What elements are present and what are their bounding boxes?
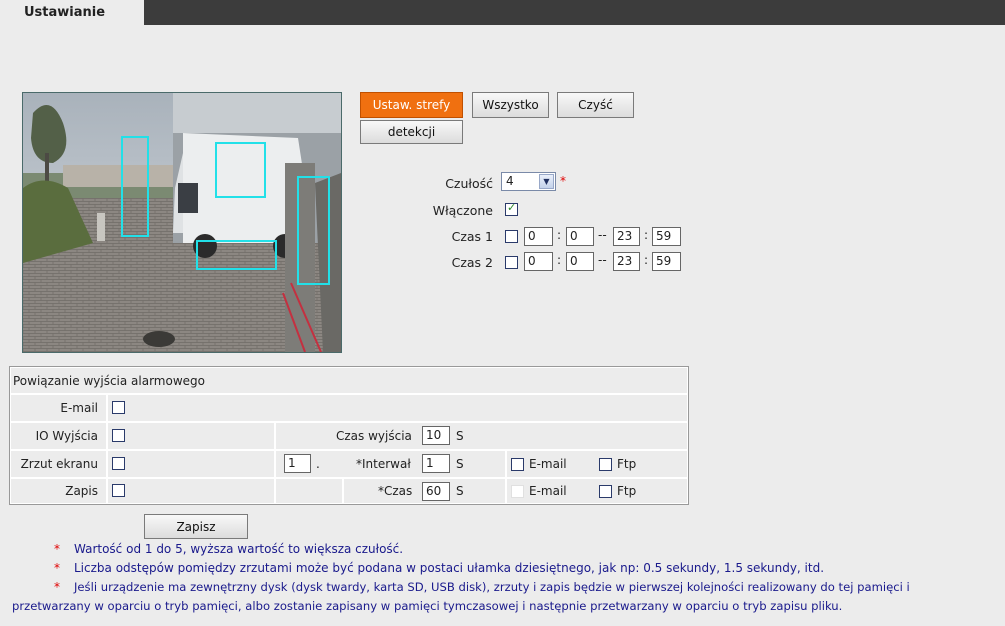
time1-colon-1: : [557, 228, 562, 242]
output-time-input[interactable]: 10 [422, 426, 450, 445]
table-row: Zrzut ekranu [10, 450, 107, 478]
detection-zone-3[interactable] [297, 176, 330, 285]
record-email-checkbox [511, 485, 524, 498]
top-bar [0, 0, 1005, 25]
time2-checkbox[interactable] [505, 256, 518, 269]
table-row: E-mail [10, 394, 107, 422]
camera-image [23, 93, 341, 352]
note-star-3: * [54, 580, 60, 594]
interval-label: *Interwał [356, 457, 411, 471]
io-output-label: IO Wyjścia [35, 429, 98, 443]
snapshot-count-input[interactable]: 1 [284, 454, 311, 473]
time1-dash: -- [598, 228, 607, 242]
alarm-output-table: Powiązanie wyjścia alarmowego E-mail IO … [9, 366, 689, 505]
save-button[interactable]: Zapisz [144, 514, 248, 539]
interval-unit: S [456, 457, 464, 471]
time2-colon-2: : [644, 253, 649, 267]
enabled-label: Włączone [432, 203, 493, 218]
output-time-label: Czas wyjścia [336, 429, 412, 443]
table-row: 1 . *Interwał 1 S [275, 450, 506, 478]
time2-end-min[interactable]: 59 [652, 252, 681, 271]
snapshot-dot: . [316, 457, 320, 471]
record-label: Zapis [65, 484, 98, 498]
tab-settings[interactable]: Ustawianie [0, 0, 144, 26]
io-output-checkbox[interactable] [112, 429, 125, 442]
snapshot-checkbox[interactable] [112, 457, 125, 470]
record-email-label: E-mail [529, 484, 567, 498]
time2-label: Czas 2 [451, 255, 493, 270]
clear-button[interactable]: Czyść [557, 92, 634, 118]
note-star-1: * [54, 542, 60, 556]
detection-zone-4[interactable] [196, 240, 277, 270]
alarm-header-text: Powiązanie wyjścia alarmowego [13, 374, 205, 388]
chevron-down-icon[interactable]: ▼ [539, 174, 554, 189]
time2-colon-1: : [557, 253, 562, 267]
record-checkbox[interactable] [112, 484, 125, 497]
time2-end-hour[interactable]: 23 [613, 252, 640, 271]
email-checkbox[interactable] [112, 401, 125, 414]
table-row: E-mail Ftp [506, 478, 688, 504]
sensitivity-label: Czułość [445, 176, 493, 191]
sensitivity-select[interactable]: 4 ▼ [501, 172, 556, 191]
sensitivity-value: 4 [506, 174, 514, 188]
note-1: Wartość od 1 do 5, wyższa wartość to wię… [74, 542, 404, 556]
output-time-unit: S [456, 429, 464, 443]
set-zone-button[interactable]: Ustaw. strefy [360, 92, 463, 118]
table-row: Zapis [10, 478, 107, 504]
table-row: IO Wyjścia [10, 422, 107, 450]
table-row [107, 450, 275, 478]
table-row [107, 394, 688, 422]
required-star: * [560, 174, 566, 188]
snapshot-email-checkbox[interactable] [511, 458, 524, 471]
table-row [107, 478, 275, 504]
detection-zone-2[interactable] [215, 142, 266, 198]
note-star-2: * [54, 561, 60, 575]
record-time-unit: S [456, 484, 464, 498]
time2-dash: -- [598, 253, 607, 267]
time1-checkbox[interactable] [505, 230, 518, 243]
time1-label: Czas 1 [451, 229, 493, 244]
interval-input[interactable]: 1 [422, 454, 450, 473]
time1-end-hour[interactable]: 23 [613, 227, 640, 246]
enabled-checkbox[interactable] [505, 201, 518, 216]
note-2: Liczba odstępów pomiędzy zrzutami może b… [74, 561, 825, 575]
time2-start-hour[interactable]: 0 [524, 252, 553, 271]
select-all-button[interactable]: Wszystko [472, 92, 549, 118]
snapshot-label: Zrzut ekranu [20, 457, 98, 471]
table-row: Czas wyjścia 10 S [275, 422, 688, 450]
note-3-line-1: Jeśli urządzenie ma zewnętrzny dysk (dys… [74, 580, 910, 594]
table-row [275, 478, 343, 504]
time1-end-min[interactable]: 59 [652, 227, 681, 246]
time2-start-min[interactable]: 0 [566, 252, 594, 271]
detection-button[interactable]: detekcji [360, 120, 463, 144]
record-ftp-checkbox[interactable] [599, 485, 612, 498]
camera-preview[interactable] [22, 92, 342, 353]
time1-colon-2: : [644, 228, 649, 242]
snapshot-email-label: E-mail [529, 457, 567, 471]
record-ftp-label: Ftp [617, 484, 637, 498]
snapshot-ftp-label: Ftp [617, 457, 637, 471]
detection-zone-1[interactable] [121, 136, 149, 237]
table-row: E-mail Ftp [506, 450, 688, 478]
table-header: Powiązanie wyjścia alarmowego [10, 367, 688, 394]
table-row [107, 422, 275, 450]
record-time-label: *Czas [378, 484, 413, 498]
time1-start-hour[interactable]: 0 [524, 227, 553, 246]
snapshot-ftp-checkbox[interactable] [599, 458, 612, 471]
time1-start-min[interactable]: 0 [566, 227, 594, 246]
table-row: *Czas 60 S [343, 478, 506, 504]
note-3-line-2: przetwarzany w oparciu o tryb pamięci, a… [12, 599, 843, 613]
email-label: E-mail [60, 401, 98, 415]
record-time-input[interactable]: 60 [422, 482, 450, 501]
